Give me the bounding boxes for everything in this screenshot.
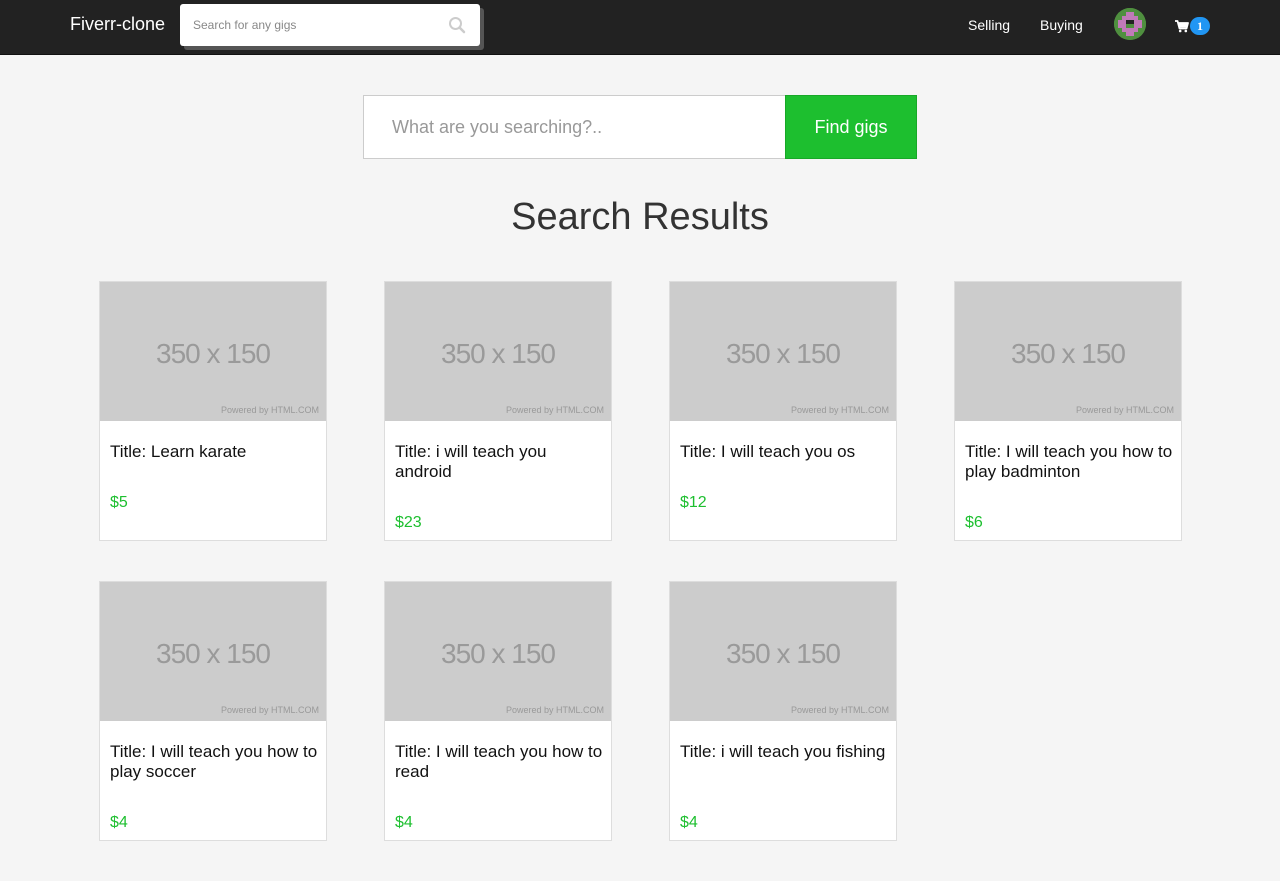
- gig-price: $4: [680, 814, 698, 831]
- thumbnail-powered-label: Powered by HTML.COM: [790, 405, 889, 415]
- thumbnail-size-label: 350 x 150: [441, 338, 556, 369]
- gig-price: $23: [395, 514, 422, 531]
- cart-button[interactable]: 1: [1175, 16, 1210, 36]
- nav-search-box: [180, 4, 480, 46]
- thumbnail-powered-label: Powered by HTML.COM: [505, 705, 604, 715]
- gig-title[interactable]: Title: I will teach you how to read: [395, 742, 603, 782]
- brand-logo[interactable]: Fiverr-clone: [70, 14, 165, 35]
- gig-title[interactable]: Title: i will teach you fishing: [680, 742, 888, 762]
- thumbnail-size-label: 350 x 150: [156, 338, 271, 369]
- gig-search-input[interactable]: [363, 95, 785, 159]
- gig-card[interactable]: 350 x 150 Powered by HTML.COM Title: I w…: [669, 281, 897, 541]
- shopping-cart-icon: [1175, 19, 1189, 32]
- gig-thumbnail: 350 x 150 Powered by HTML.COM: [670, 282, 896, 421]
- thumbnail-size-label: 350 x 150: [1011, 338, 1126, 369]
- gig-title[interactable]: Title: Learn karate: [110, 442, 318, 462]
- gig-thumbnail: 350 x 150 Powered by HTML.COM: [670, 582, 896, 721]
- gig-thumbnail: 350 x 150 Powered by HTML.COM: [385, 582, 611, 721]
- gig-title[interactable]: Title: I will teach you os: [680, 442, 888, 462]
- gig-card[interactable]: 350 x 150 Powered by HTML.COM Title: Lea…: [99, 281, 327, 541]
- thumbnail-size-label: 350 x 150: [156, 638, 271, 669]
- thumbnail-size-label: 350 x 150: [726, 638, 841, 669]
- thumbnail-size-label: 350 x 150: [441, 638, 556, 669]
- avatar[interactable]: [1114, 8, 1146, 40]
- cart-count-badge: 1: [1190, 17, 1210, 35]
- gig-title[interactable]: Title: i will teach you android: [395, 442, 603, 482]
- gig-card[interactable]: 350 x 150 Powered by HTML.COM Title: I w…: [99, 581, 327, 841]
- nav-selling-link[interactable]: Selling: [968, 17, 1010, 33]
- nav-search-input[interactable]: [180, 4, 480, 46]
- find-gigs-button[interactable]: Find gigs: [785, 95, 917, 159]
- gig-thumbnail: 350 x 150 Powered by HTML.COM: [100, 282, 326, 421]
- gig-search-form: Find gigs: [363, 95, 917, 159]
- thumbnail-powered-label: Powered by HTML.COM: [1075, 405, 1174, 415]
- gig-thumbnail: 350 x 150 Powered by HTML.COM: [955, 282, 1181, 421]
- gig-card[interactable]: 350 x 150 Powered by HTML.COM Title: i w…: [384, 281, 612, 541]
- gig-title[interactable]: Title: I will teach you how to play badm…: [965, 442, 1173, 482]
- thumbnail-powered-label: Powered by HTML.COM: [790, 705, 889, 715]
- search-icon[interactable]: [448, 16, 466, 34]
- gig-price: $6: [965, 514, 983, 531]
- nav-buying-link[interactable]: Buying: [1040, 17, 1083, 33]
- gig-thumbnail: 350 x 150 Powered by HTML.COM: [100, 582, 326, 721]
- page-title: Search Results: [511, 196, 769, 238]
- gig-card[interactable]: 350 x 150 Powered by HTML.COM Title: I w…: [384, 581, 612, 841]
- thumbnail-size-label: 350 x 150: [726, 338, 841, 369]
- gig-card[interactable]: 350 x 150 Powered by HTML.COM Title: i w…: [669, 581, 897, 841]
- gig-price: $4: [110, 814, 128, 831]
- thumbnail-powered-label: Powered by HTML.COM: [220, 705, 319, 715]
- top-navbar: Fiverr-clone Selling Buying 1: [0, 0, 1280, 55]
- gig-price: $5: [110, 494, 128, 511]
- thumbnail-powered-label: Powered by HTML.COM: [505, 405, 604, 415]
- gig-thumbnail: 350 x 150 Powered by HTML.COM: [385, 282, 611, 421]
- thumbnail-powered-label: Powered by HTML.COM: [220, 405, 319, 415]
- gig-price: $12: [680, 494, 707, 511]
- identicon-icon: [1114, 8, 1146, 40]
- gig-card[interactable]: 350 x 150 Powered by HTML.COM Title: I w…: [954, 281, 1182, 541]
- gig-title[interactable]: Title: I will teach you how to play socc…: [110, 742, 318, 782]
- gig-price: $4: [395, 814, 413, 831]
